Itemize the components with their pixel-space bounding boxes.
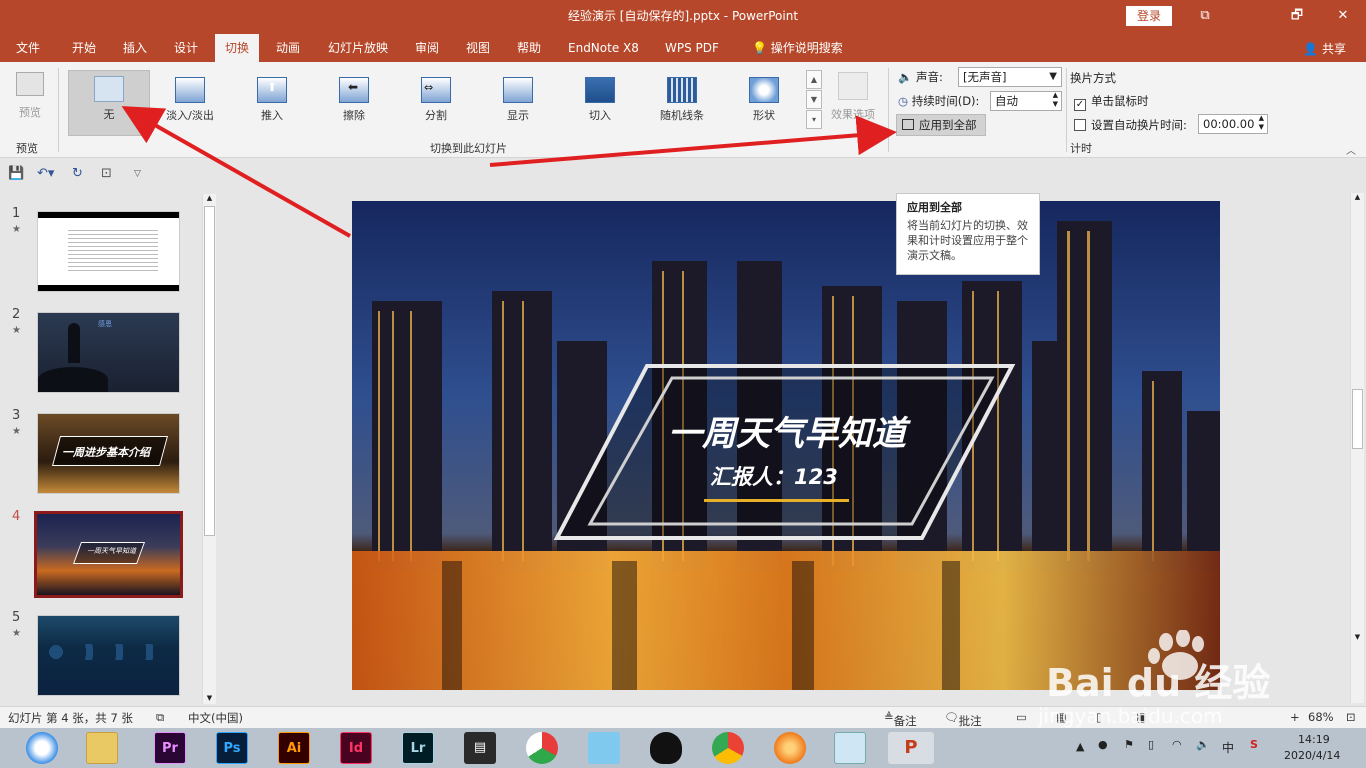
clock-time[interactable]: 14:19 (1298, 733, 1330, 746)
normal-view-icon[interactable]: ▭ (1016, 710, 1027, 724)
clock-date[interactable]: 2020/4/14 (1284, 749, 1340, 762)
qq-icon[interactable] (650, 732, 682, 764)
battery-icon[interactable]: ▯ (1148, 738, 1154, 751)
comments-button[interactable]: 🗨 批注 (944, 710, 982, 728)
ime-indicator[interactable]: 中 (1222, 739, 1234, 756)
photoshop-icon[interactable]: Ps (216, 732, 248, 764)
baidu-watermark: Bai du 经验 jingyan.baidu.com (1038, 630, 1296, 730)
file-explorer-icon[interactable] (86, 732, 118, 764)
tray-qq-icon[interactable]: ● (1098, 738, 1108, 751)
chat-app-icon[interactable] (588, 732, 620, 764)
lightroom-icon[interactable]: Lr (402, 732, 434, 764)
video-editor-icon[interactable]: ▤ (464, 732, 496, 764)
illustrator-icon[interactable]: Ai (278, 732, 310, 764)
browser-icon[interactable] (26, 732, 58, 764)
accessibility-icon[interactable]: ⧉ (156, 710, 164, 725)
fit-slide-icon[interactable]: ⊡ (1346, 710, 1356, 724)
taskbar: Pr Ps Ai Id Lr ▤ P ▲ ● ⚑ ▯ ◠ 🔈 中 S 14:19… (0, 728, 1366, 768)
powerpoint-icon[interactable]: P (888, 732, 934, 764)
watermark-text: Bai du 经验 (1046, 661, 1271, 705)
arrow-to-none (121, 106, 351, 238)
zoom-level[interactable]: 68% (1308, 710, 1334, 724)
notes-button[interactable]: ≜ 备注 (884, 710, 917, 728)
notes-app-icon[interactable] (834, 732, 866, 764)
arrow-to-apply-all (489, 115, 897, 167)
network-icon[interactable]: ⚑ (1124, 738, 1134, 751)
language[interactable]: 中文(中国) (188, 710, 243, 726)
volume-icon[interactable]: 🔈 (1196, 738, 1210, 751)
indesign-icon[interactable]: Id (340, 732, 372, 764)
chrome-icon[interactable] (712, 732, 744, 764)
media-player-icon[interactable] (774, 732, 806, 764)
premiere-icon[interactable]: Pr (154, 732, 186, 764)
tray-expand-icon[interactable]: ▲ (1076, 740, 1084, 753)
app-icon[interactable] (526, 732, 558, 764)
sogou-icon[interactable]: S (1250, 738, 1258, 751)
wifi-icon[interactable]: ◠ (1172, 738, 1182, 751)
watermark-url: jingyan.baidu.com (1038, 704, 1223, 728)
slide-info: 幻灯片 第 4 张，共 7 张 (8, 711, 133, 725)
